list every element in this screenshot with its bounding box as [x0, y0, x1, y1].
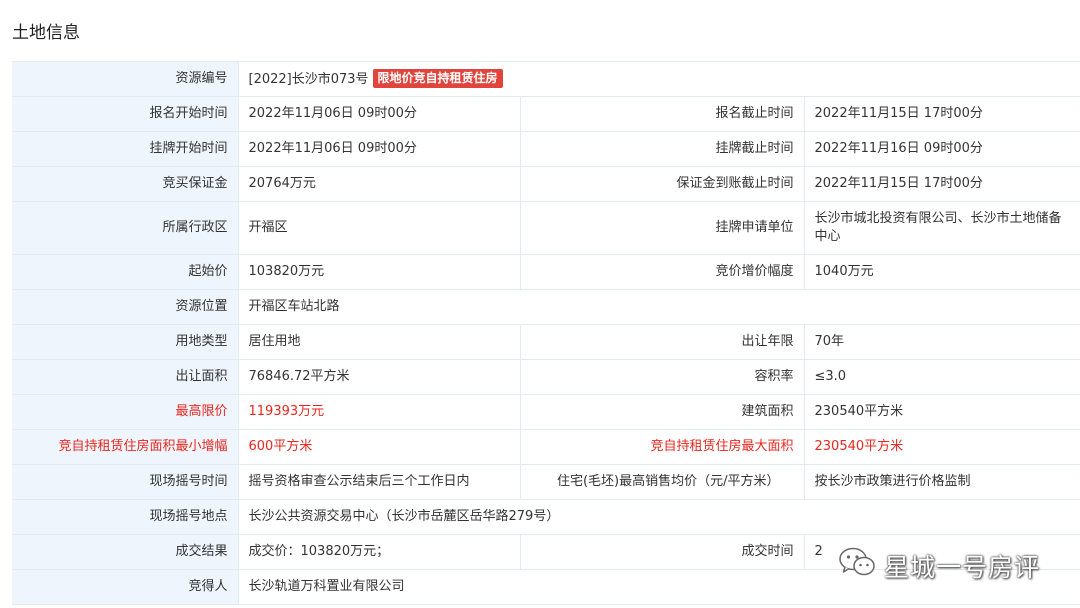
status-badge: 限地价竞自持租赁住房 — [372, 69, 503, 88]
row-label-signup-end: 报名截止时间 — [520, 96, 805, 132]
row-value-floor-area: 230540平方米 — [804, 394, 1080, 430]
row-value-bid-increment: 1040万元 — [804, 254, 1080, 290]
table-row: 最高限价 119393万元 建筑面积 230540平方米 — [12, 394, 1080, 430]
land-info-table: 资源编号 [2022]长沙市073号 限地价竞自持租赁住房 报名开始时间 2022… — [12, 61, 1080, 605]
row-value-deposit: 20764万元 — [238, 166, 521, 202]
row-value-deal-result: 成交价：103820万元； — [238, 534, 521, 570]
row-value-land-use: 居住用地 — [238, 324, 521, 360]
page-title: 土地信息 — [12, 23, 80, 43]
row-value-listing-end: 2022年11月16日 09时00分 — [804, 131, 1080, 167]
row-label-district: 所属行政区 — [12, 201, 239, 255]
row-label-applicant: 挂牌申请单位 — [520, 201, 805, 255]
table-row: 成交结果 成交价：103820万元； 成交时间 2 — [12, 534, 1080, 570]
row-value-deposit-deadline: 2022年11月15日 17时00分 — [804, 166, 1080, 202]
table-row: 资源位置 开福区车站北路 — [12, 289, 1080, 325]
row-value-location: 开福区车站北路 — [238, 289, 1080, 325]
row-label-floor-area: 建筑面积 — [520, 394, 805, 430]
row-label-deposit: 竞买保证金 — [12, 166, 239, 202]
table-row: 报名开始时间 2022年11月06日 09时00分 报名截止时间 2022年11… — [12, 96, 1080, 132]
row-label-listing-start: 挂牌开始时间 — [12, 131, 239, 167]
row-label-start-price: 起始价 — [12, 254, 239, 290]
resource-no-text: [2022]长沙市073号 — [248, 72, 369, 87]
table-row: 竞得人 长沙轨道万科置业有限公司 — [12, 569, 1080, 605]
row-value-lottery-time: 摇号资格审查公示结束后三个工作日内 — [238, 464, 521, 500]
row-value-district: 开福区 — [238, 201, 521, 255]
row-value-listing-start: 2022年11月06日 09时00分 — [238, 131, 521, 167]
row-value-area: 76846.72平方米 — [238, 359, 521, 395]
row-label-bid-increment: 竞价增价幅度 — [520, 254, 805, 290]
table-row: 出让面积 76846.72平方米 容积率 ≤3.0 — [12, 359, 1080, 395]
row-value-lottery-place: 长沙公共资源交易中心（长沙市岳麓区岳华路279号） — [238, 499, 1080, 535]
table-row: 竞自持租赁住房面积最小增幅 600平方米 竞自持租赁住房最大面积 230540平… — [12, 429, 1080, 465]
row-label-location: 资源位置 — [12, 289, 239, 325]
row-label-max-sale-price: 住宅(毛坯)最高销售均价（元/平方米） — [520, 464, 805, 500]
row-label-winner: 竞得人 — [12, 569, 239, 605]
row-label-rental-max-area: 竞自持租赁住房最大面积 — [520, 429, 805, 465]
row-label-deposit-deadline: 保证金到账截止时间 — [520, 166, 805, 202]
table-row: 挂牌开始时间 2022年11月06日 09时00分 挂牌截止时间 2022年11… — [12, 131, 1080, 167]
row-value-plot-ratio: ≤3.0 — [804, 359, 1080, 395]
row-label-resource-no: 资源编号 — [12, 62, 239, 97]
row-value-applicant: 长沙市城北投资有限公司、长沙市土地储备中心 — [804, 201, 1080, 255]
row-label-listing-end: 挂牌截止时间 — [520, 131, 805, 167]
row-value-rental-max-area: 230540平方米 — [804, 429, 1080, 465]
table-row: 现场摇号地点 长沙公共资源交易中心（长沙市岳麓区岳华路279号） — [12, 499, 1080, 535]
row-value-winner: 长沙轨道万科置业有限公司 — [238, 569, 1080, 605]
row-label-rental-min-increment: 竞自持租赁住房面积最小增幅 — [12, 429, 239, 465]
row-value-max-price: 119393万元 — [238, 394, 521, 430]
row-value-term: 70年 — [804, 324, 1080, 360]
row-value-start-price: 103820万元 — [238, 254, 521, 290]
row-value-signup-start: 2022年11月06日 09时00分 — [238, 96, 521, 132]
row-label-signup-start: 报名开始时间 — [12, 96, 239, 132]
row-label-deal-time: 成交时间 — [520, 534, 805, 570]
table-row: 资源编号 [2022]长沙市073号 限地价竞自持租赁住房 — [12, 62, 1080, 97]
table-row: 用地类型 居住用地 出让年限 70年 — [12, 324, 1080, 360]
row-value-max-sale-price: 按长沙市政策进行价格监制 — [804, 464, 1080, 500]
row-label-lottery-time: 现场摇号时间 — [12, 464, 239, 500]
table-row: 起始价 103820万元 竞价增价幅度 1040万元 — [12, 254, 1080, 290]
table-row: 竞买保证金 20764万元 保证金到账截止时间 2022年11月15日 17时0… — [12, 166, 1080, 202]
row-label-max-price: 最高限价 — [12, 394, 239, 430]
row-value-signup-end: 2022年11月15日 17时00分 — [804, 96, 1080, 132]
row-value-rental-min-increment: 600平方米 — [238, 429, 521, 465]
row-value-resource-no: [2022]长沙市073号 限地价竞自持租赁住房 — [238, 62, 1080, 97]
row-label-deal-result: 成交结果 — [12, 534, 239, 570]
row-label-lottery-place: 现场摇号地点 — [12, 499, 239, 535]
row-value-deal-time: 2 — [804, 534, 1080, 570]
table-row: 现场摇号时间 摇号资格审查公示结束后三个工作日内 住宅(毛坯)最高销售均价（元/… — [12, 464, 1080, 500]
row-label-term: 出让年限 — [520, 324, 805, 360]
row-label-land-use: 用地类型 — [12, 324, 239, 360]
row-label-area: 出让面积 — [12, 359, 239, 395]
table-row: 所属行政区 开福区 挂牌申请单位 长沙市城北投资有限公司、长沙市土地储备中心 — [12, 201, 1080, 255]
row-label-plot-ratio: 容积率 — [520, 359, 805, 395]
